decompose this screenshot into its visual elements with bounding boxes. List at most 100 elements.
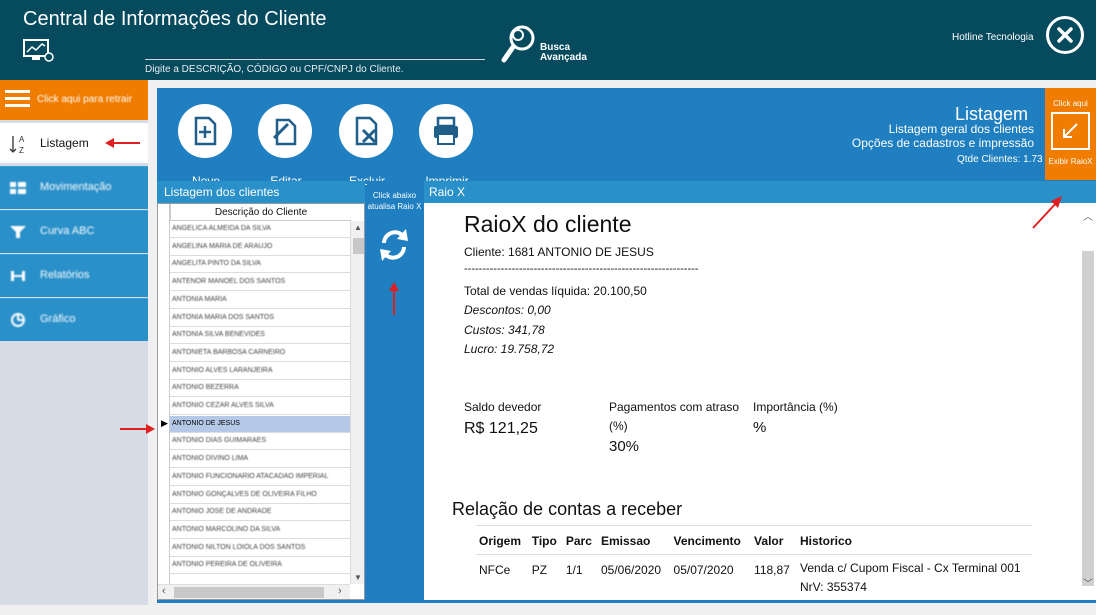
scroll-down-icon[interactable]: ﹀ [1083,575,1093,590]
table-row[interactable]: ANTONIO CEZAR ALVES SILVA [170,398,351,415]
scroll-down-icon[interactable]: ▼ [354,573,362,582]
saldo-label: Saldo devedor [464,400,542,414]
sidebar-item-label: Relatórios [40,269,90,281]
saldo-value: R$ 121,25 [464,420,538,437]
table-row[interactable]: ANTONIO PEREIRA DE OLIVEIRA [170,557,351,575]
collapse-sidebar-button[interactable]: Click aqui para retrair [0,80,148,120]
importancia-value: % [753,419,767,436]
column-header[interactable]: Descrição do Cliente [170,204,351,221]
table-row[interactable]: ANTONIETA BARBOSA CARNEIRO [170,345,351,362]
col-parc: Parc [562,525,598,555]
movement-icon [10,182,26,194]
client-name: ANTONIO DE JESUS [172,419,240,427]
svg-text:Z: Z [19,146,24,155]
search-underline [145,59,485,60]
col-tipo: Tipo [528,525,563,555]
table-row[interactable]: ANTONIO JOSE DE ANDRADE [170,504,351,522]
close-button[interactable] [1046,16,1084,54]
close-icon [1057,27,1073,43]
client-name: ANTONIO MARCOLINO DA SILVA [172,525,281,533]
sidebar-item-label: Curva ABC [40,225,95,237]
table-row[interactable]: ANGELITA PINTO DA SILVA [170,256,351,274]
scroll-up-icon[interactable]: ︿ [1083,208,1093,223]
current-row-indicator-icon: ▶ [161,417,168,428]
search-hint: Digite a DESCRIÇÃO, CÓDIGO ou CPF/CNPJ d… [145,64,404,75]
monitor-settings-icon[interactable] [23,38,55,64]
table-row[interactable]: ANTONIO DIVINO LIMA [170,451,351,469]
table-row[interactable]: ANGELICA ALMEIDA DA SILVA [170,221,351,238]
sidebar-item-label: Gráfico [40,313,76,325]
col-historico: Historico [797,525,1032,555]
importancia-label: Importância (%) [753,400,838,414]
cell-parc: 1/1 [565,563,583,577]
scroll-right-icon[interactable]: › [338,585,342,597]
relacao-title: Relação de contas a receber [452,499,683,519]
scroll-thumb[interactable] [174,587,324,598]
client-name: ANTONIA SILVA BENEVIDES [172,331,265,339]
table-row[interactable]: ANTONIO GONÇALVES DE OLIVEIRA FILHO [170,487,351,504]
client-name: ANTONIETA BARBOSA CARNEIRO [172,348,286,356]
client-name: ANTONIO CEZAR ALVES SILVA [172,402,274,409]
sidebar-item-curva-abc[interactable]: Curva ABC [0,210,148,253]
raiox-scrollbar[interactable]: ︿ ﹀ [1080,203,1096,600]
raiox-body: RaioX do cliente Cliente: 1681 ANTONIO D… [424,203,1080,600]
table-row[interactable]: ANTONIA MARIA DOS SANTOS [170,310,351,327]
horizontal-scrollbar[interactable]: ‹ › [158,584,350,599]
sidebar-item-movimentacao[interactable]: Movimentação [0,166,148,209]
raiox-lucro: Lucro: 19.758,72 [464,342,555,356]
novo-button[interactable]: Novo [178,104,234,188]
contas-table: Origem Tipo Parc Emissao Vencimento Valo… [476,525,1032,597]
listagem-subtitle-2: Opções de cadastros e impressão [851,136,1034,150]
atraso-label-1: Pagamentos com atraso [609,400,740,414]
raiox-exibir-label: Exibir RaioX [1048,157,1093,166]
cell-tipo: PZ [531,563,548,577]
table-row: NFCe PZ 1/1 05/06/2020 05/07/2020 118,87… [476,555,1032,598]
client-name: ANTONIO ALVES LARANJEIRA [172,366,273,374]
table-row[interactable]: ANTONIO FUNCIONARIO ATACADAO IMPERIAL [170,469,351,486]
table-row[interactable]: ANTONIO ALVES LARANJEIRA [170,363,351,380]
client-name: ANGELINA MARIA DE ARAUJO [172,242,273,250]
table-row[interactable]: ANGELINA MARIA DE ARAUJO [170,239,351,256]
client-grid: Descrição do Cliente ANGELICA ALMEIDA DA… [157,203,365,600]
sidebar-item-relatorios[interactable]: Relatórios [0,254,148,297]
client-list-header: Listagem dos clientes [157,181,365,203]
refresh-icon[interactable] [376,225,412,265]
table-header-row: Origem Tipo Parc Emissao Vencimento Valo… [476,525,1032,555]
show-raiox-button[interactable]: Click aqui Exibir RaioX [1045,88,1096,180]
search-input[interactable] [145,40,485,58]
client-name: ANTONIO JOSE DE ANDRADE [172,508,272,516]
table-row[interactable]: ANTONIA MARIA [170,292,351,309]
client-name: ANTONIA MARIA DOS SANTOS [172,313,275,321]
sidebar: Click aqui para retrair A Z Listagem Mov… [0,80,148,605]
advanced-search-button[interactable]: Busca Avançada [500,20,587,66]
client-name: ANGELICA ALMEIDA DA SILVA [172,225,271,232]
gear-search-icon [501,25,535,63]
user-label: Hotline Tecnologia [952,32,1034,43]
table-row[interactable]: ANTONIA SILVA BENEVIDES [170,327,351,345]
new-document-icon [194,116,217,146]
imprimir-button[interactable]: Imprimir [419,104,475,188]
sidebar-item-listagem[interactable]: A Z Listagem [0,123,148,163]
table-row[interactable]: ANTONIO DIAS GUIMARAES [170,433,351,451]
table-row[interactable]: ANTONIO BEZERRA [170,380,351,398]
excluir-button[interactable]: Excluir [339,104,395,188]
scroll-up-icon[interactable]: ▲ [354,223,362,232]
scroll-thumb[interactable] [353,238,364,254]
client-name: ANTONIO DIVINO LIMA [172,455,249,463]
cell-valor: 118,87 [754,563,790,577]
table-row[interactable]: ANTONIO MARCOLINO DA SILVA [170,522,351,539]
editar-button[interactable]: Editar [258,104,314,188]
sidebar-item-label: Movimentação [40,181,112,193]
vertical-scrollbar[interactable]: ▲ ▼ [350,221,364,584]
table-row[interactable]: ANTONIO DE JESUS [170,415,351,433]
scroll-left-icon[interactable]: ‹ [162,585,166,597]
scroll-thumb[interactable] [1082,251,1094,586]
table-row[interactable]: ANTONIO NILTON LOIOLA DOS SANTOS [170,540,351,557]
sidebar-item-grafico[interactable]: Gráfico [0,298,148,341]
raiox-title: RaioX do cliente [464,211,632,237]
table-row[interactable]: ANTENOR MANOEL DOS SANTOS [170,274,351,292]
client-name: ANTONIA MARIA [172,295,227,303]
refresh-column: Click abaixo atualisa Raio X [367,181,422,600]
col-origem: Origem [476,525,529,555]
app-title: Central de Informações do Cliente [23,8,327,30]
